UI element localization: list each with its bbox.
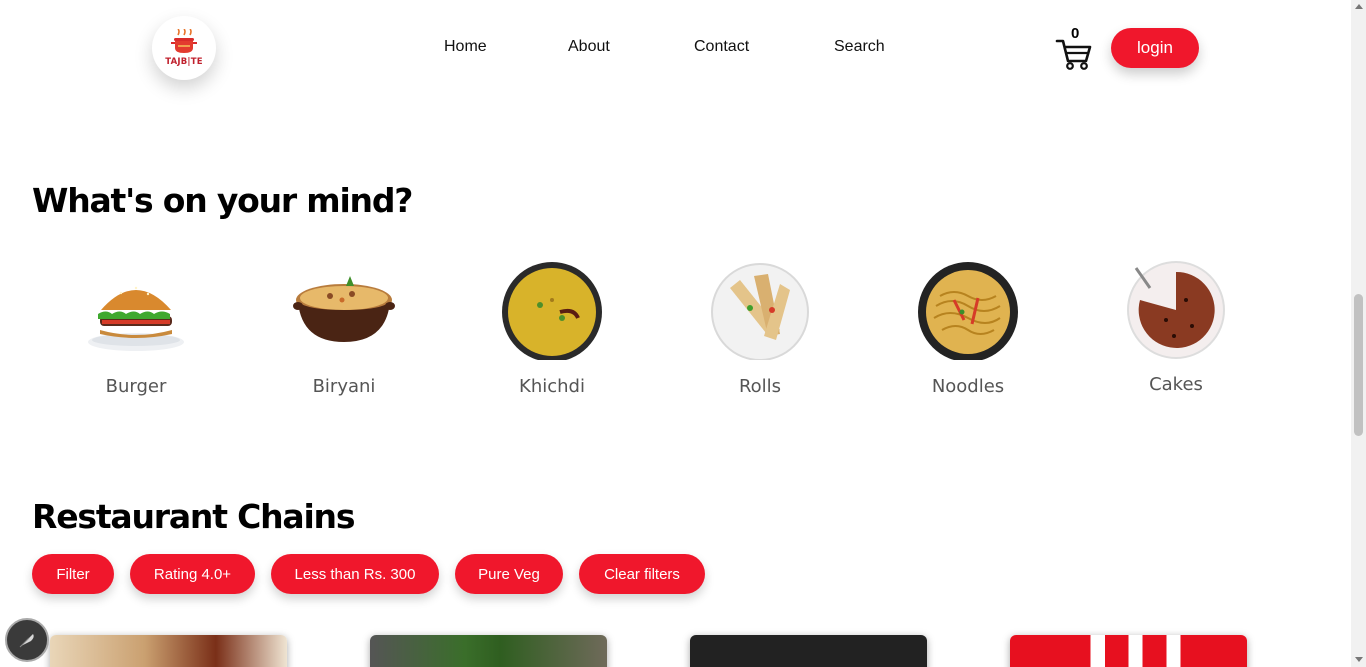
page-scrollbar[interactable] <box>1351 0 1366 667</box>
nav-search[interactable]: Search <box>834 38 885 56</box>
filter-price-button[interactable]: Less than Rs. 300 <box>271 554 439 594</box>
category-rolls[interactable]: Rolls <box>680 258 840 403</box>
scroll-up-icon[interactable] <box>1355 4 1363 9</box>
category-label: Rolls <box>738 376 782 397</box>
feather-pen-icon <box>19 634 34 648</box>
category-carousel: Burger Biryani Khichdi Rolls Noodles Cak… <box>0 258 1351 408</box>
section-title-chains: Restaurant Chains <box>32 497 356 536</box>
cart-count: 0 <box>1071 25 1080 42</box>
restaurant-card[interactable] <box>690 635 927 667</box>
category-burger[interactable]: Burger <box>56 258 216 403</box>
category-cakes[interactable]: Cakes <box>1096 258 1256 403</box>
cake-icon <box>1127 261 1225 359</box>
category-label: Noodles <box>931 376 1005 397</box>
nav-home[interactable]: Home <box>444 38 487 56</box>
restaurant-card[interactable] <box>370 635 607 667</box>
cooking-pot-icon <box>171 29 197 53</box>
rolls-icon <box>711 263 809 360</box>
floating-action-button[interactable] <box>5 618 49 662</box>
burger-icon <box>88 286 184 351</box>
nav-about[interactable]: About <box>568 38 610 56</box>
khichdi-icon <box>502 262 602 360</box>
category-noodles[interactable]: Noodles <box>888 258 1048 403</box>
clear-filters-button[interactable]: Clear filters <box>579 554 705 594</box>
restaurant-card[interactable] <box>1010 635 1247 667</box>
noodles-icon <box>918 262 1018 360</box>
scrollbar-thumb[interactable] <box>1354 294 1363 436</box>
scroll-down-icon[interactable] <box>1355 657 1363 662</box>
section-title-mind: What's on your mind? <box>32 181 413 220</box>
category-label: Khichdi <box>519 376 585 397</box>
category-label: Biryani <box>312 376 376 397</box>
login-button[interactable]: login <box>1111 28 1199 68</box>
filter-rating-button[interactable]: Rating 4.0+ <box>130 554 255 594</box>
biryani-icon <box>293 276 395 342</box>
category-label: Burger <box>105 376 167 397</box>
nav-contact[interactable]: Contact <box>694 38 749 56</box>
restaurant-card[interactable] <box>50 635 287 667</box>
filter-button[interactable]: Filter <box>32 554 114 594</box>
site-header: TAJB|TE Home About Contact Search 0 logi… <box>0 0 1351 100</box>
site-logo[interactable]: TAJB|TE <box>152 16 216 80</box>
category-khichdi[interactable]: Khichdi <box>472 258 632 403</box>
category-label: Cakes <box>1149 374 1203 395</box>
filter-veg-button[interactable]: Pure Veg <box>455 554 563 594</box>
category-biryani[interactable]: Biryani <box>264 258 424 403</box>
logo-text: TAJB|TE <box>165 57 203 67</box>
